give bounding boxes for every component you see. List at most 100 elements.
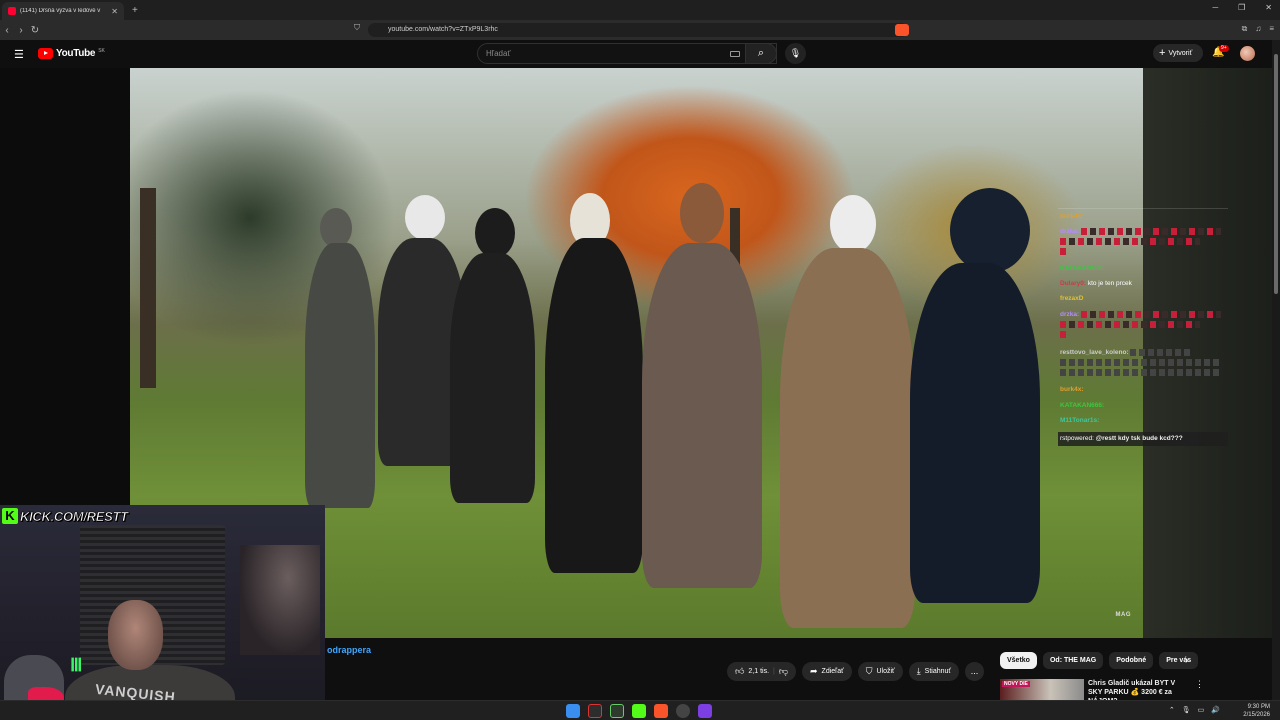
person-head xyxy=(475,208,515,258)
tray-chevron-icon[interactable]: ⌃ xyxy=(1169,706,1175,714)
keyboard-icon[interactable] xyxy=(730,51,740,57)
forward-icon[interactable]: › xyxy=(14,25,28,36)
bookmark-icon[interactable]: ⛉ xyxy=(354,23,360,33)
youtube-logo[interactable]: YouTube SK xyxy=(38,48,105,59)
video-watermark: MAG xyxy=(1115,612,1131,618)
youtube-wordmark: YouTube xyxy=(56,48,96,59)
app-icon[interactable] xyxy=(698,704,712,718)
extensions-icon[interactable]: ⧉ xyxy=(1242,24,1248,34)
back-icon[interactable]: ‹ xyxy=(0,25,14,36)
minimize-icon[interactable]: ─ xyxy=(1212,3,1218,12)
account-avatar[interactable] xyxy=(1240,46,1255,61)
chat-message xyxy=(1060,368,1220,378)
obs-icon[interactable] xyxy=(676,704,690,718)
chat-text: @restt kdy tsk bude kcd??? xyxy=(1095,435,1183,442)
close-window-icon[interactable]: ✕ xyxy=(1265,3,1272,12)
chat-username: KATAKAN666: xyxy=(1060,402,1105,409)
clock-date: 2/15/2026 xyxy=(1243,712,1270,718)
search-button[interactable]: ⌕ xyxy=(745,43,777,64)
thumbs-down-icon[interactable]: 👎︎ xyxy=(779,666,788,677)
streamer-face xyxy=(108,600,163,670)
chat-username: burk4x: xyxy=(1060,386,1084,393)
url-field[interactable]: youtube.com/watch?v=ZTxP9L3rhc xyxy=(368,23,908,37)
chat-emotes xyxy=(1060,247,1068,255)
download-label: Stiahnuť xyxy=(924,668,952,675)
person xyxy=(642,243,762,588)
person-head xyxy=(320,208,352,248)
volume-icon[interactable]: 🔊 xyxy=(1211,706,1220,714)
system-clock[interactable]: 9:30 PM 2/15/2026 xyxy=(1243,703,1270,719)
like-button[interactable]: 👍︎ 2,1 tis. | 👎︎ xyxy=(727,662,796,681)
chat-text: kto je ten prcek xyxy=(1087,280,1132,287)
new-tab-icon[interactable]: + xyxy=(132,5,138,16)
chat-divider xyxy=(1058,208,1228,209)
chat-message: Dulary0: kto je ten prcek xyxy=(1060,279,1132,289)
save-button[interactable]: ⛉ Uložiť xyxy=(857,662,903,681)
create-button[interactable]: + Vytvoriť xyxy=(1153,44,1203,62)
browser-extensions: ⧉ ♫ ≡ xyxy=(1242,24,1274,34)
download-button[interactable]: ⤓ Stiahnuť xyxy=(908,662,960,681)
person xyxy=(910,263,1040,603)
person xyxy=(545,238,643,573)
menu-icon[interactable]: ≡ xyxy=(1269,24,1274,34)
bookmark-save-icon: ⛉ xyxy=(865,666,873,676)
chip-all[interactable]: Všetko xyxy=(1000,652,1037,669)
chip-from-channel[interactable]: Od: THE MAG xyxy=(1042,652,1104,669)
chat-message: burk4x: xyxy=(1060,385,1083,395)
chat-emotes xyxy=(1130,348,1191,356)
chat-message: burk4x: xyxy=(1060,212,1083,222)
media-icon[interactable]: ♫ xyxy=(1255,24,1261,34)
like-count: 2,1 tis. xyxy=(748,668,770,675)
brave-shield-icon[interactable] xyxy=(895,24,909,36)
youtube-header: ☰ YouTube SK Hľadať ⌕ 🎙 + Vytvoriť 🔔 9+ xyxy=(0,40,1272,68)
chat-username: frezaxD xyxy=(1060,295,1084,302)
page-scrollbar[interactable] xyxy=(1272,40,1280,700)
reload-icon[interactable]: ↻ xyxy=(28,25,42,36)
background-lamp xyxy=(240,545,320,655)
create-label: Vytvoriť xyxy=(1168,50,1193,57)
chevron-right-icon[interactable]: › xyxy=(1185,655,1188,666)
chat-username: Dulary0: xyxy=(1060,280,1087,287)
share-icon: ➦ xyxy=(810,666,818,676)
app-icon[interactable] xyxy=(588,704,602,718)
start-menu-icon[interactable] xyxy=(566,704,580,718)
more-actions-button[interactable]: ... xyxy=(965,662,985,681)
clock-time: 9:30 PM xyxy=(1247,704,1270,710)
channel-name-link[interactable]: odrappera xyxy=(327,645,371,655)
chat-message: resttovo_lave_koleno: xyxy=(1060,348,1191,358)
recommended-video[interactable]: NOVY DIE Chris Gladič ukázal BYT V SKY P… xyxy=(1000,679,1210,700)
app-icon[interactable] xyxy=(610,704,624,718)
browser-address-bar: ‹ › ↻ ⛉ youtube.com/watch?v=ZTxP9L3rhc ⧉… xyxy=(0,20,1280,40)
chat-message: drzka: xyxy=(1060,310,1221,320)
person-head xyxy=(680,183,724,243)
chat-message xyxy=(1060,330,1068,340)
monster-logo-icon: Ⅲ xyxy=(70,655,83,675)
chat-message xyxy=(1060,237,1200,247)
kick-app-icon[interactable] xyxy=(632,704,646,718)
chat-emotes xyxy=(1080,310,1221,318)
scrollbar-thumb[interactable] xyxy=(1274,54,1278,294)
voice-search-button[interactable]: 🎙 xyxy=(785,43,806,64)
recommendation-chips: Všetko Od: THE MAG Podobné Pre vás xyxy=(1000,652,1199,669)
chat-username: drzka: xyxy=(1060,228,1080,235)
more-options-icon[interactable]: ⋮ xyxy=(1195,679,1204,690)
close-tab-icon[interactable]: ✕ xyxy=(111,7,118,16)
display-icon[interactable]: ▭ xyxy=(1198,706,1205,714)
kick-overlay-badge: K KICK.COM/RESTT xyxy=(2,507,128,525)
restore-icon[interactable]: ❐ xyxy=(1238,3,1245,12)
share-label: Zdieľať xyxy=(821,668,844,675)
windows-taskbar: ⌃ 🎙 ▭ 🔊 9:30 PM 2/15/2026 xyxy=(0,700,1280,720)
microphone-tray-icon[interactable]: 🎙 xyxy=(1182,706,1191,714)
chat-message: frezaxD xyxy=(1060,294,1083,304)
share-button[interactable]: ➦ Zdieľať xyxy=(802,662,852,681)
recommended-title[interactable]: Chris Gladič ukázal BYT V SKY PARKU 💰 32… xyxy=(1088,679,1188,700)
save-label: Uložiť xyxy=(876,668,895,675)
chip-for-you[interactable]: Pre vás xyxy=(1159,652,1199,669)
system-tray: ⌃ 🎙 ▭ 🔊 xyxy=(1169,706,1220,714)
hamburger-menu-icon[interactable]: ☰ xyxy=(14,48,24,61)
chip-related[interactable]: Podobné xyxy=(1109,652,1154,669)
recommended-thumbnail[interactable]: NOVY DIE xyxy=(1000,679,1084,700)
browser-tab[interactable]: (1141) Drsná výzva v ledové v ✕ xyxy=(2,2,124,20)
brave-browser-icon[interactable] xyxy=(654,704,668,718)
kick-logo-icon: K xyxy=(2,508,18,524)
